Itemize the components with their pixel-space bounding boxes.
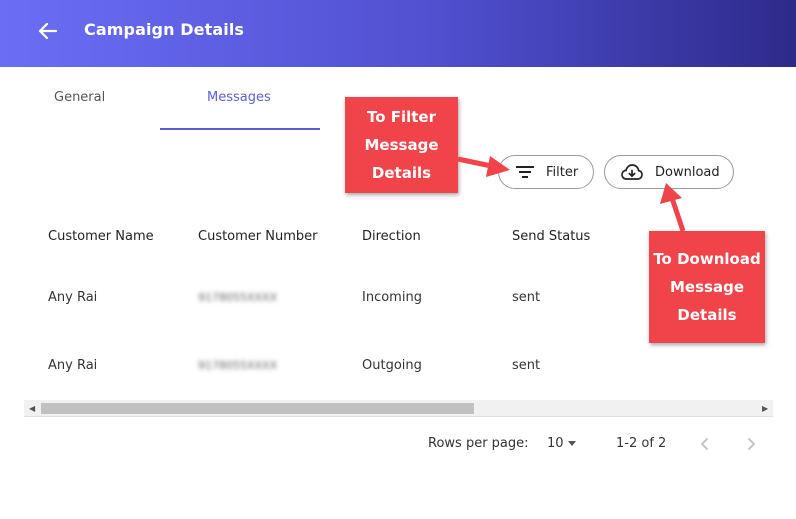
cell-send-status: sent bbox=[512, 358, 541, 373]
caret-down-icon[interactable] bbox=[568, 441, 576, 446]
download-label: Download bbox=[655, 164, 720, 180]
cell-customer-name: Any Rai bbox=[48, 358, 98, 373]
filter-button[interactable]: Filter bbox=[498, 155, 594, 189]
column-header-customer-name[interactable]: Customer Name bbox=[48, 229, 154, 244]
cell-customer-name: Any Rai bbox=[48, 290, 98, 305]
scrollbar-thumb[interactable] bbox=[41, 403, 474, 414]
callout-line: Details bbox=[371, 164, 432, 182]
cell-customer-number: 9178055XXXX bbox=[198, 359, 278, 372]
cell-direction: Incoming bbox=[362, 290, 422, 305]
chevron-left-icon[interactable] bbox=[695, 435, 715, 453]
pagination-range: 1-2 of 2 bbox=[616, 436, 667, 451]
scroll-left-icon[interactable]: ◀ bbox=[29, 404, 35, 413]
filter-icon bbox=[516, 166, 534, 178]
cell-send-status: sent bbox=[512, 290, 541, 305]
download-callout: To Download Message Details bbox=[649, 231, 765, 343]
column-header-send-status[interactable]: Send Status bbox=[512, 229, 590, 244]
rows-per-page-label: Rows per page: bbox=[428, 436, 529, 451]
app-header: Campaign Details bbox=[0, 0, 796, 67]
filter-callout: To Filter Message Details bbox=[345, 97, 458, 193]
active-tab-indicator bbox=[160, 128, 320, 130]
filter-label: Filter bbox=[546, 164, 579, 180]
rows-per-page-select[interactable]: 10 bbox=[547, 436, 564, 451]
callout-line: To Filter bbox=[366, 108, 437, 126]
callout-line: To Download bbox=[653, 250, 761, 268]
page-title: Campaign Details bbox=[84, 20, 245, 39]
cell-customer-number: 9178055XXXX bbox=[198, 291, 278, 304]
callout-line: Details bbox=[677, 306, 737, 324]
download-callout-arrow bbox=[660, 183, 686, 232]
tab-general[interactable]: General bbox=[54, 90, 105, 110]
cloud-download-icon bbox=[621, 164, 643, 180]
arrow-left-icon[interactable] bbox=[36, 19, 60, 43]
tab-messages[interactable]: Messages bbox=[207, 90, 271, 110]
cell-direction: Outgoing bbox=[362, 358, 422, 373]
column-header-direction[interactable]: Direction bbox=[362, 229, 421, 244]
download-button[interactable]: Download bbox=[604, 155, 734, 189]
chevron-right-icon[interactable] bbox=[741, 435, 761, 453]
callout-line: Message bbox=[670, 278, 744, 296]
callout-line: Message bbox=[364, 136, 439, 154]
column-header-customer-number[interactable]: Customer Number bbox=[198, 229, 318, 244]
scroll-right-icon[interactable]: ▶ bbox=[762, 404, 768, 413]
